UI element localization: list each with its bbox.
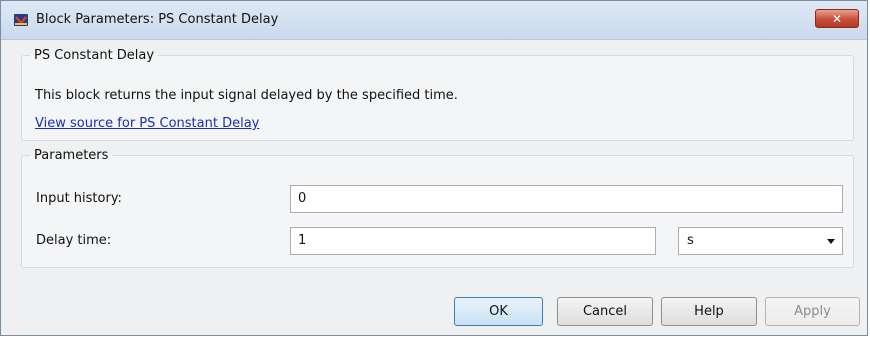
delay-time-label: Delay time:	[36, 233, 112, 248]
block-parameters-dialog: Block Parameters: PS Constant Delay ✕ PS…	[0, 0, 868, 336]
cancel-button[interactable]: Cancel	[557, 297, 653, 326]
delay-time-field[interactable]: 1	[290, 227, 656, 255]
simulink-app-icon	[14, 14, 28, 26]
block-description: This block returns the input signal dela…	[35, 88, 458, 103]
description-group-legend: PS Constant Delay	[34, 48, 155, 63]
apply-button[interactable]: Apply	[765, 297, 860, 326]
help-button[interactable]: Help	[661, 297, 757, 326]
delay-time-unit-select[interactable]: s	[678, 227, 843, 255]
title-bar[interactable]: Block Parameters: PS Constant Delay ✕	[1, 1, 867, 40]
close-icon: ✕	[831, 11, 843, 26]
input-history-field[interactable]: 0	[290, 185, 843, 213]
window-title: Block Parameters: PS Constant Delay	[36, 12, 279, 27]
dialog-content: PS Constant Delay This block returns the…	[1, 40, 867, 335]
delay-time-unit-value: s	[687, 233, 694, 248]
close-button[interactable]: ✕	[815, 9, 859, 28]
view-source-link[interactable]: View source for PS Constant Delay	[35, 116, 259, 131]
input-history-label: Input history:	[36, 191, 122, 206]
ok-button[interactable]: OK	[454, 297, 543, 326]
chevron-down-icon	[827, 239, 835, 244]
parameters-group-legend: Parameters	[34, 148, 109, 163]
